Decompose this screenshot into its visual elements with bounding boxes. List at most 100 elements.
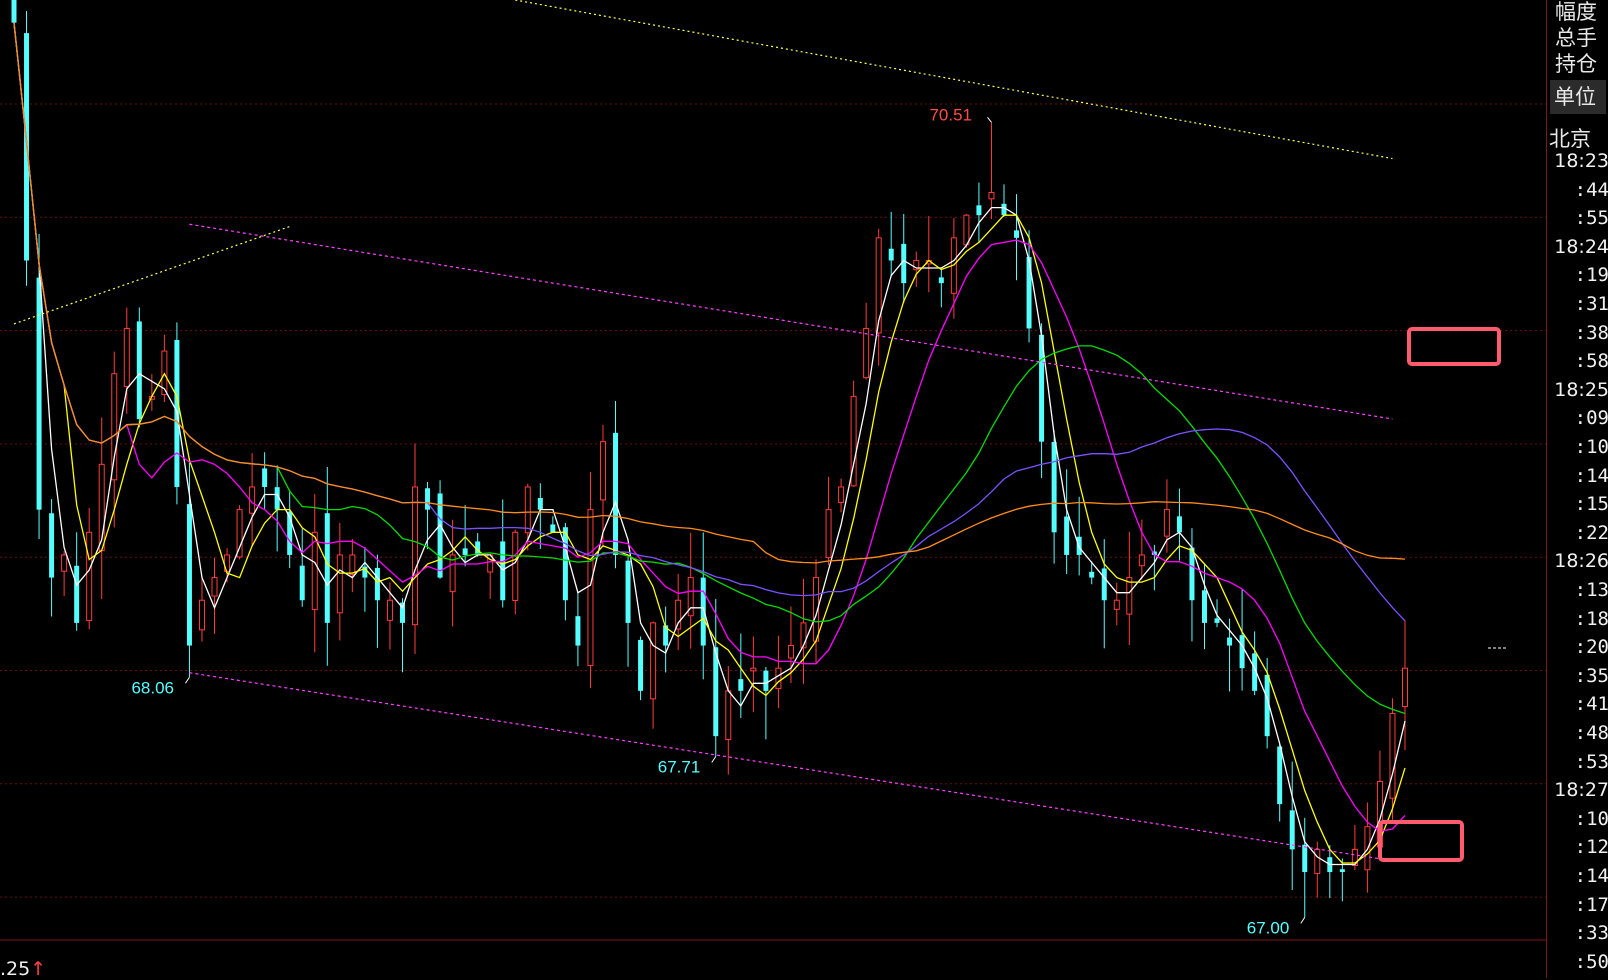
candle-body xyxy=(500,541,506,601)
ma10-line xyxy=(13,22,1406,864)
time-tick: :22 xyxy=(1574,521,1608,544)
candle-body xyxy=(787,645,794,659)
ma60-line xyxy=(13,22,1406,622)
candle-body xyxy=(988,192,995,200)
candle-body xyxy=(1201,590,1207,623)
ma20-line xyxy=(13,22,1406,832)
candle-body xyxy=(1227,637,1233,646)
candle-body xyxy=(1126,577,1133,615)
time-tick: 18:27 xyxy=(1554,779,1608,802)
unit-button[interactable]: 单位 xyxy=(1550,80,1606,114)
candle-body xyxy=(11,0,17,23)
candle-body xyxy=(888,248,894,261)
candle-body xyxy=(938,277,944,284)
price-label: 67.71 xyxy=(658,758,701,777)
trend-line xyxy=(13,225,290,325)
candle-body xyxy=(1289,810,1295,850)
candle-body xyxy=(625,560,631,623)
candle-body xyxy=(1239,635,1245,669)
time-tick: 18:23 xyxy=(1554,150,1608,172)
candle-body xyxy=(1001,203,1007,216)
candle-body xyxy=(136,321,142,420)
time-tick: 18:24 xyxy=(1554,235,1608,258)
candle-body xyxy=(963,214,970,246)
price-label: 67.00 xyxy=(1247,918,1290,937)
time-tick: 18:25 xyxy=(1554,378,1608,401)
time-tick: :58 xyxy=(1574,350,1608,373)
candle-body xyxy=(1113,599,1120,610)
highlight-box-upper xyxy=(1407,327,1501,366)
candle-body xyxy=(599,441,606,501)
price-label: 70.51 xyxy=(929,105,972,124)
candle-body xyxy=(575,616,581,646)
candle-body xyxy=(198,599,205,631)
time-tick: :50 xyxy=(1574,950,1608,973)
candle-body xyxy=(638,639,644,691)
side-label-position[interactable]: 持仓 xyxy=(1555,48,1597,78)
candle-body xyxy=(1277,746,1283,805)
time-tick: :12 xyxy=(1574,836,1608,859)
time-tick: :19 xyxy=(1574,264,1608,287)
candle-body xyxy=(61,554,68,572)
candlestick-chart[interactable]: 70.51 68.06 67.71 67.00 .25↑ xyxy=(0,0,1546,980)
time-tick: :13 xyxy=(1574,579,1608,601)
candle-body xyxy=(1339,869,1345,873)
candle-body xyxy=(763,670,769,691)
candle-body xyxy=(725,690,732,741)
time-tick: :14 xyxy=(1574,464,1608,487)
time-tick: :20 xyxy=(1574,636,1608,659)
time-tick: :31 xyxy=(1574,293,1608,315)
candle-body xyxy=(425,488,431,510)
chart-canvas: 70.51 68.06 67.71 67.00 xyxy=(0,0,1546,941)
candle-body xyxy=(1089,571,1095,578)
candle-body xyxy=(49,513,55,578)
candle-body xyxy=(1051,442,1057,533)
channel-line xyxy=(189,223,1393,420)
up-arrow-icon: ↑ xyxy=(30,958,47,980)
candle-body xyxy=(1302,844,1308,873)
side-panel: 幅度 总手 持仓 单位 北京 18:23:44:55 18:24:19:31:38… xyxy=(1546,0,1608,978)
ma40-line xyxy=(13,22,1406,715)
candle-body xyxy=(123,327,130,387)
trend-line xyxy=(515,0,1393,160)
candle-body xyxy=(713,647,719,737)
time-tick: :14 xyxy=(1574,865,1608,887)
candle-body xyxy=(775,667,782,690)
candle-body xyxy=(700,577,706,646)
candle-body xyxy=(36,277,42,510)
candle-body xyxy=(512,531,519,601)
price-label-pointer xyxy=(987,117,992,123)
candle-body xyxy=(825,509,832,559)
candle-body xyxy=(1163,509,1170,537)
time-tick: :33 xyxy=(1574,922,1608,945)
time-tick: :10 xyxy=(1574,807,1608,830)
highlight-box-lower xyxy=(1378,820,1464,862)
candle-body xyxy=(587,509,594,667)
candle-body xyxy=(412,486,419,626)
candle-body xyxy=(111,373,118,481)
candle-body xyxy=(650,622,657,700)
candle-body xyxy=(374,567,380,601)
candle-body xyxy=(1214,618,1220,623)
candle-body xyxy=(1189,547,1195,601)
candle-body xyxy=(86,531,93,621)
candle-body xyxy=(1389,712,1396,799)
candle-body xyxy=(1176,516,1182,533)
candle-body xyxy=(838,486,845,503)
candle-body xyxy=(675,599,682,630)
candle-body xyxy=(550,524,556,533)
candle-body xyxy=(1064,516,1070,555)
candle-body xyxy=(386,599,393,621)
candle-body xyxy=(1138,554,1145,567)
time-tick: :44 xyxy=(1574,178,1608,201)
time-tick: :53 xyxy=(1574,750,1608,773)
candle-body xyxy=(211,577,218,597)
channel-line xyxy=(189,672,1393,862)
time-tick: :41 xyxy=(1574,693,1608,716)
price-label: 68.06 xyxy=(131,678,174,697)
price-label-pointer xyxy=(711,756,717,763)
candle-body xyxy=(1314,848,1321,875)
time-tick: :09 xyxy=(1574,407,1608,430)
candle-body xyxy=(262,468,268,487)
bottom-axis-value: .25↑ xyxy=(0,958,46,980)
